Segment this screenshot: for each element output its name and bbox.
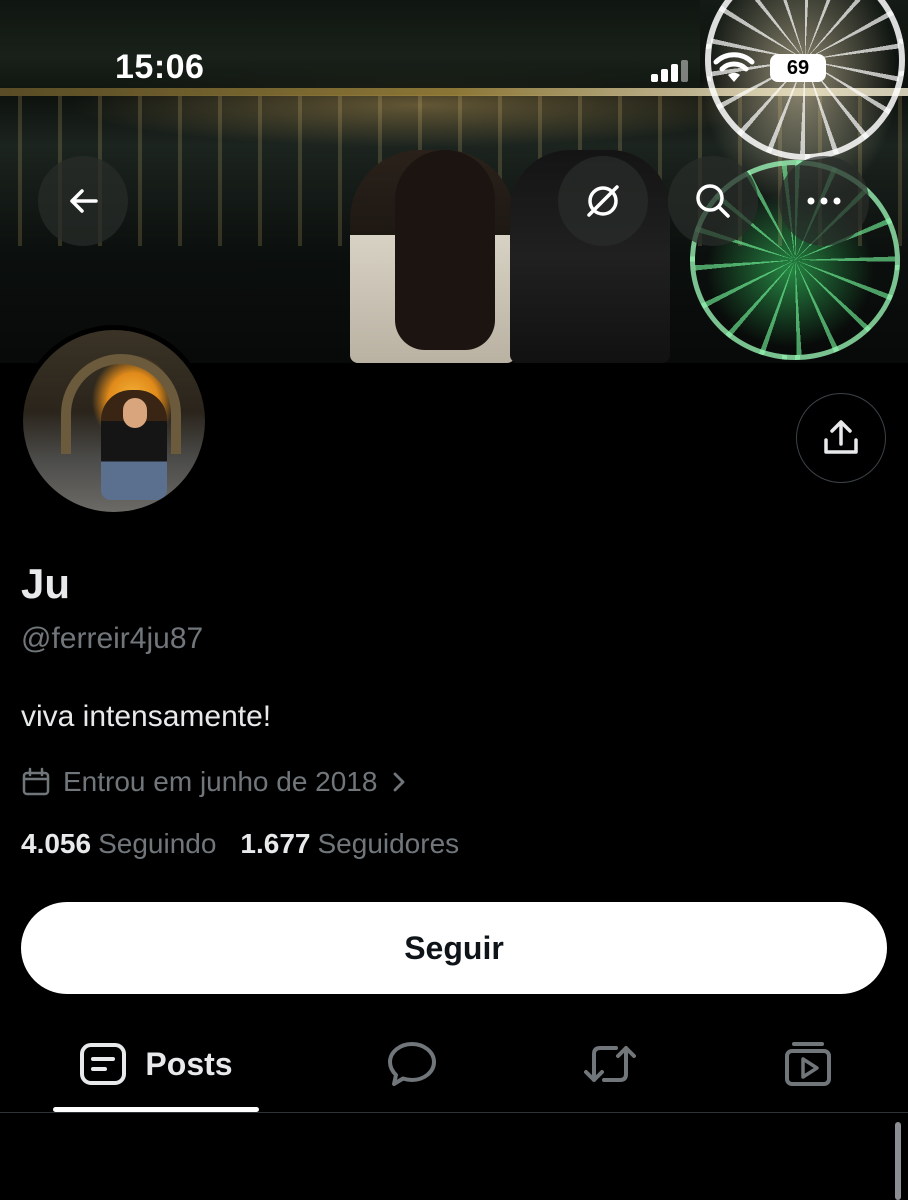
tab-replies[interactable] [362,1015,462,1113]
share-icon [824,420,858,454]
following-count: 4.056 [21,828,92,859]
tab-posts-label: Posts [145,1045,233,1082]
media-icon [785,1042,831,1086]
grok-button[interactable] [558,156,648,246]
share-button[interactable] [796,393,886,483]
status-time: 15:06 [115,48,205,86]
battery-level: 69 [786,57,810,79]
followers-count: 1.677 [240,828,311,859]
wifi-icon [713,52,755,82]
scrollbar[interactable] [895,1122,901,1200]
search-button[interactable] [668,156,758,246]
active-tab-indicator [53,1107,259,1112]
banner-person-left-hair [395,150,495,350]
tab-media[interactable] [758,1015,858,1113]
joined-label: Entrou em junho de 2018 [63,766,378,797]
profile-tabs: Posts [0,1015,908,1113]
back-button[interactable] [38,156,128,246]
profile-handle: @ferreir4ju87 [21,622,204,655]
search-icon [696,184,730,218]
tab-reposts[interactable] [560,1015,660,1113]
avatar-face [123,398,147,428]
followers-label: Seguidores [317,828,460,859]
calendar-icon [22,767,50,796]
following-label: Seguindo [98,828,217,859]
joined-date[interactable]: Entrou em junho de 2018 [21,762,425,802]
replies-icon [388,1042,436,1086]
back-icon [70,189,98,213]
more-button[interactable] [779,156,869,246]
following-stat[interactable]: 4.056 Seguindo [21,828,216,860]
chevron-right-icon [394,772,405,792]
profile-bio: viva intensamente! [21,700,272,733]
avatar[interactable] [18,325,210,517]
followers-stat[interactable]: 1.677 Seguidores [240,828,459,860]
tab-posts[interactable]: Posts [53,1015,259,1113]
status-bar: 15:06 69 [0,42,908,94]
more-icon [807,197,841,205]
grok-icon [587,185,619,217]
profile-stats: 4.056 Seguindo 1.677 Seguidores [21,828,483,860]
repost-icon [584,1046,636,1082]
posts-icon [80,1043,127,1085]
profile-name: Ju [21,560,71,607]
cellular-signal-icon [651,60,689,82]
battery-icon: 69 [770,54,826,82]
follow-button[interactable]: Seguir [21,902,887,994]
